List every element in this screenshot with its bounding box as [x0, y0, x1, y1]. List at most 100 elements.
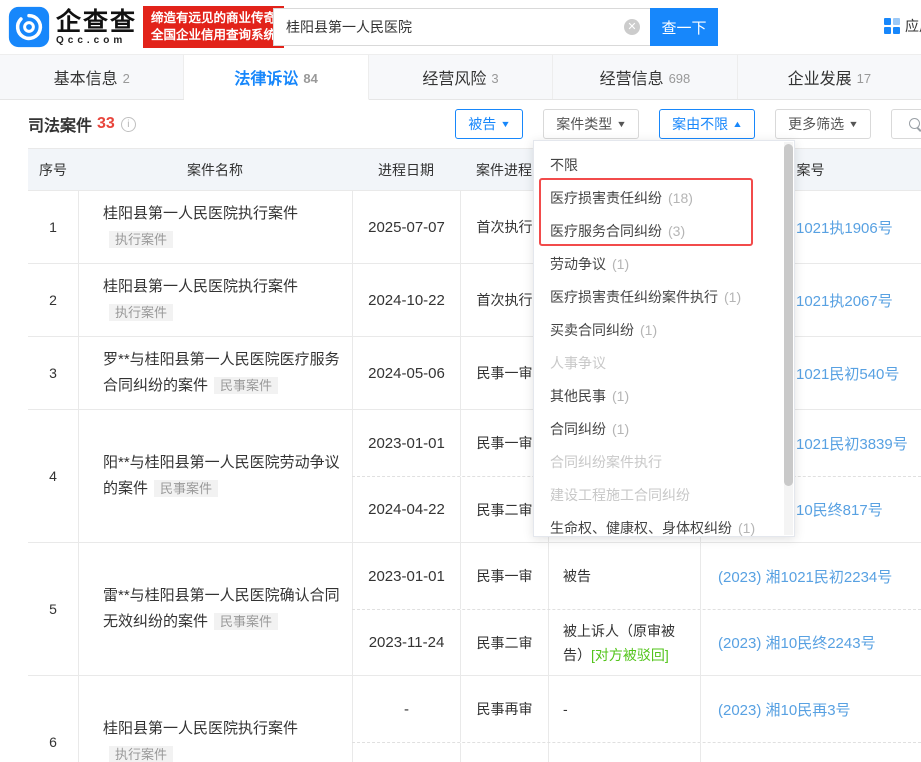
case-proc-row: 2023-11-24 民事二审 被上诉人（原审被告）[对方被驳回] (2023) 湘1…: [352, 609, 921, 675]
menu-item-label: 其他民事: [550, 388, 606, 404]
menu-item-label: 不限: [550, 157, 578, 173]
row-index: 3: [49, 365, 57, 381]
filter-button-案件类型[interactable]: 案件类型 ▼: [543, 109, 640, 139]
filter-button-被告[interactable]: 被告 ▼: [455, 109, 524, 139]
menu-item-count: (3): [668, 223, 686, 239]
proc-stage: 民事再审: [460, 676, 548, 742]
row-index: 1: [49, 219, 57, 235]
case-name[interactable]: 桂阳县第一人民医院执行案件: [103, 278, 298, 295]
filter-button-label: 案件类型: [556, 116, 613, 132]
logo-domain: Qcc.com: [56, 34, 127, 46]
case-proc-list: -民事再审-(2023) 湘10民再3号2023-08-02首次执行被执行人(2…: [352, 676, 921, 762]
table-row: 6桂阳县第一人民医院执行案件执行案件-民事再审-(2023) 湘10民再3号20…: [28, 676, 921, 762]
filter-button-更多筛选[interactable]: 更多筛选 ▼: [775, 109, 871, 139]
info-icon[interactable]: i: [120, 116, 136, 132]
slogan-line-1: 缔造有远见的商业传奇: [151, 11, 277, 25]
menu-item-医疗服务合同纠纷[interactable]: 医疗服务合同纠纷 (3): [534, 215, 794, 248]
menu-item-劳动争议[interactable]: 劳动争议 (1): [534, 248, 794, 281]
case-name[interactable]: 阳**与桂阳县第一人民医院劳动争议的案件: [103, 454, 340, 497]
filter-button-案由不限[interactable]: 案由不限 ▲: [659, 109, 756, 139]
menu-item-买卖合同纠纷[interactable]: 买卖合同纠纷 (1): [534, 314, 794, 347]
apps-grid-icon: [884, 18, 900, 34]
case-type-tag: 民事案件: [214, 377, 279, 394]
menu-item-label: 建设工程施工合同纠纷: [550, 487, 690, 503]
tab-count: 17: [856, 70, 872, 86]
qcc-logo[interactable]: 企查查 Qcc.com: [8, 6, 137, 48]
menu-item-label: 合同纠纷: [550, 421, 606, 437]
menu-item-label: 医疗损害责任纠纷案件执行: [550, 289, 718, 305]
menu-item-count: (1): [612, 421, 630, 437]
proc-stage: 首次执行: [460, 743, 548, 762]
menu-item-建设工程施工合同纠纷: 建设工程施工合同纠纷: [534, 479, 794, 512]
logo-text: 企查查: [56, 7, 138, 36]
case-number-link[interactable]: (2023) 湘10民终2243号: [700, 610, 921, 675]
case-number-link[interactable]: (2023) 湘1021执1520号: [700, 743, 921, 762]
case-type-tag: 执行案件: [109, 304, 174, 321]
apps-menu[interactable]: 应用: [884, 16, 921, 36]
menu-item-count: (1): [738, 520, 756, 536]
tab-label: 企业发展: [787, 71, 852, 88]
case-name-cell: 桂阳县第一人民医院执行案件执行案件: [78, 264, 352, 336]
tab-经营风险[interactable]: 经营风险 3: [369, 55, 554, 99]
tab-经营信息[interactable]: 经营信息 698: [553, 55, 738, 99]
chevron-up-icon: ▲: [732, 119, 743, 129]
proc-date: 2023-01-01: [352, 410, 460, 476]
case-proc-row: - 民事再审 - (2023) 湘10民再3号: [352, 676, 921, 742]
proc-date: 2024-05-06: [352, 337, 460, 409]
menu-item-医疗损害责任纠纷[interactable]: 医疗损害责任纠纷 (18): [534, 182, 794, 215]
menu-item-合同纠纷[interactable]: 合同纠纷 (1): [534, 413, 794, 446]
case-name-cell: 桂阳县第一人民医院执行案件执行案件: [78, 191, 352, 263]
case-proc-list: 2023-01-01 民事一审 被告 (2023) 湘1021民初2234号 2023-…: [352, 543, 921, 675]
proc-date: 2024-10-22: [352, 264, 460, 336]
tab-count: 698: [668, 70, 691, 86]
section-title: 司法案件: [28, 118, 93, 135]
menu-item-count: (18): [668, 190, 693, 206]
col-header-index: 序号: [39, 161, 67, 178]
case-type-tag: 民事案件: [214, 613, 279, 630]
row-index: 5: [49, 601, 57, 617]
menu-item-其他民事[interactable]: 其他民事 (1): [534, 380, 794, 413]
row-index: 2: [49, 292, 57, 308]
proc-date: 2025-07-07: [352, 191, 460, 263]
case-number-link[interactable]: (2023) 湘1021民初2234号: [700, 543, 921, 609]
tab-label: 基本信息: [53, 71, 118, 88]
filter-button-label: 更多筛选: [788, 116, 845, 132]
dropdown-scrollbar-thumb[interactable]: [784, 144, 793, 486]
filter-search-button[interactable]: [891, 109, 921, 139]
menu-item-不限[interactable]: 不限: [534, 149, 794, 182]
proc-role: 被告: [548, 543, 700, 609]
menu-item-label: 劳动争议: [550, 256, 606, 272]
case-number-link[interactable]: (2023) 湘10民再3号: [700, 676, 921, 742]
menu-item-label: 医疗服务合同纠纷: [550, 223, 662, 239]
proc-stage: 民事二审: [460, 610, 548, 675]
proc-date: -: [352, 676, 460, 742]
case-name[interactable]: 桂阳县第一人民医院执行案件: [103, 720, 298, 737]
menu-item-label: 医疗损害责任纠纷: [550, 190, 662, 206]
tab-企业发展[interactable]: 企业发展 17: [738, 55, 921, 99]
chevron-down-icon: ▼: [848, 119, 859, 129]
case-name[interactable]: 桂阳县第一人民医院执行案件: [103, 205, 298, 222]
case-type-tag: 民事案件: [154, 480, 219, 497]
proc-role: 被上诉人（原审被告）[对方被驳回]: [548, 610, 700, 675]
menu-item-生命权、健康权、身体权纠纷[interactable]: 生命权、健康权、身体权纠纷 (1): [534, 512, 794, 536]
proc-role-text: 被告: [563, 568, 591, 584]
case-name-cell: 雷**与桂阳县第一人民医院确认合同无效纠纷的案件 民事案件: [78, 543, 352, 675]
search-button[interactable]: 查一下: [650, 8, 718, 46]
menu-item-label: 生命权、健康权、身体权纠纷: [550, 520, 732, 536]
dropdown-scrollbar[interactable]: [784, 142, 793, 535]
case-type-tag: 执行案件: [109, 231, 174, 248]
menu-item-label: 买卖合同纠纷: [550, 322, 634, 338]
menu-item-count: (1): [612, 388, 630, 404]
menu-item-人事争议: 人事争议: [534, 347, 794, 380]
tab-法律诉讼[interactable]: 法律诉讼 84: [184, 55, 369, 100]
menu-item-合同纠纷案件执行: 合同纠纷案件执行: [534, 446, 794, 479]
tab-count: 3: [491, 70, 499, 86]
qcc-logo-icon: [8, 6, 50, 48]
clear-search-icon[interactable]: ✕: [624, 19, 640, 35]
chevron-down-icon: ▼: [500, 119, 512, 129]
menu-item-医疗损害责任纠纷案件执行[interactable]: 医疗损害责任纠纷案件执行 (1): [534, 281, 794, 314]
menu-item-count: (1): [640, 322, 658, 338]
tab-基本信息[interactable]: 基本信息 2: [0, 55, 185, 99]
company-search-input[interactable]: [273, 8, 650, 46]
filter-buttons: 被告 ▼ 案件类型 ▼ 案由不限 ▲ 更多筛选 ▼: [455, 109, 921, 139]
